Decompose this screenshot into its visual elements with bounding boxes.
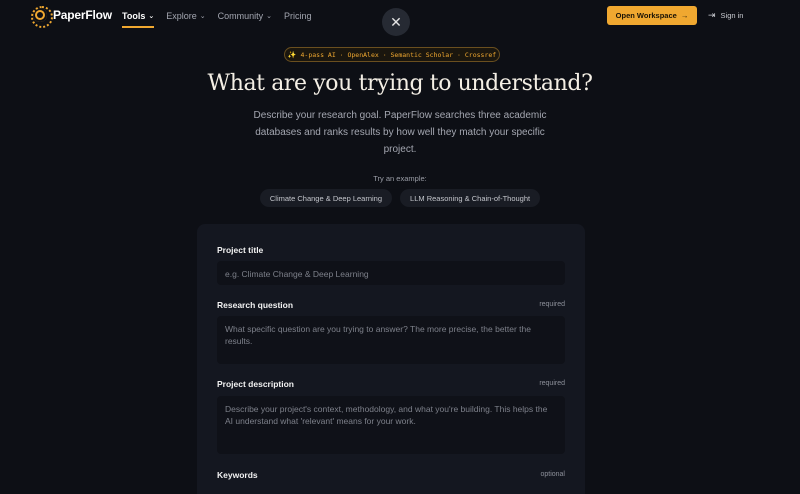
project-description-placeholder: Describe your project's context, methodo…	[225, 404, 548, 426]
sparkle-icon: ✨	[287, 50, 297, 59]
open-workspace-button[interactable]: Open Workspace →	[607, 6, 697, 25]
example-chip-llm[interactable]: LLM Reasoning & Chain-of-Thought	[400, 189, 541, 207]
optional-tag: optional	[540, 471, 565, 478]
keywords-label: Keywords	[217, 470, 258, 480]
example-chip-climate[interactable]: Climate Change & Deep Learning	[259, 189, 393, 207]
nav-item-label: Tools	[122, 11, 146, 21]
nav-links: Tools ⌄ Explore ⌄ Community ⌄ Pricing	[122, 0, 324, 32]
nav-item-label: Explore	[166, 11, 197, 21]
project-description-label: Project description	[217, 379, 294, 389]
chevron-down-icon: ⌄	[199, 13, 206, 20]
sign-in-label: Sign in	[720, 11, 744, 20]
brand-name: PaperFlow	[53, 8, 112, 22]
research-question-placeholder: What specific question are you trying to…	[225, 324, 531, 346]
chevron-down-icon: ⌄	[148, 13, 155, 20]
page-title: What are you trying to understand?	[207, 71, 593, 96]
required-tag: required	[539, 380, 565, 387]
project-form: Project title e.g. Climate Change & Deep…	[197, 224, 585, 494]
sources-badge-text: 4-pass AI · OpenAlex · Semantic Scholar …	[300, 50, 497, 59]
project-title-label: Project title	[217, 245, 264, 255]
top-nav: PaperFlow Tools ⌄ Explore ⌄ Community ⌄ …	[0, 0, 800, 36]
nav-item-label: Pricing	[284, 11, 312, 21]
close-icon: ✕	[390, 13, 402, 30]
brand-logo[interactable]: PaperFlow	[31, 6, 112, 28]
close-button[interactable]: ✕	[382, 8, 410, 36]
example-chips: Climate Change & Deep Learning LLM Reaso…	[0, 189, 800, 207]
arrow-right-icon: →	[680, 11, 689, 20]
nav-item-explore[interactable]: Explore ⌄	[166, 0, 205, 32]
project-title-placeholder: e.g. Climate Change & Deep Learning	[225, 269, 369, 279]
open-workspace-label: Open Workspace	[615, 11, 677, 20]
try-example-label: Try an example:	[373, 174, 427, 183]
nav-item-community[interactable]: Community ⌄	[218, 0, 272, 32]
sign-in-link[interactable]: ⇥ Sign in	[708, 6, 743, 25]
research-question-label: Research question	[217, 300, 294, 310]
paperflow-logo-icon	[31, 6, 53, 28]
nav-item-pricing[interactable]: Pricing	[284, 0, 312, 32]
sources-badge: ✨ 4-pass AI · OpenAlex · Semantic Schola…	[284, 47, 500, 62]
nav-item-label: Community	[217, 11, 264, 21]
project-description-input[interactable]: Describe your project's context, methodo…	[217, 396, 565, 454]
sign-in-icon: ⇥	[708, 10, 716, 20]
research-question-input[interactable]: What specific question are you trying to…	[217, 316, 565, 364]
project-title-input[interactable]: e.g. Climate Change & Deep Learning	[217, 261, 565, 285]
required-tag: required	[539, 301, 565, 308]
page-subtitle: Describe your research goal. PaperFlow s…	[253, 110, 547, 155]
nav-item-tools[interactable]: Tools ⌄	[122, 0, 155, 32]
chevron-down-icon: ⌄	[266, 13, 272, 20]
